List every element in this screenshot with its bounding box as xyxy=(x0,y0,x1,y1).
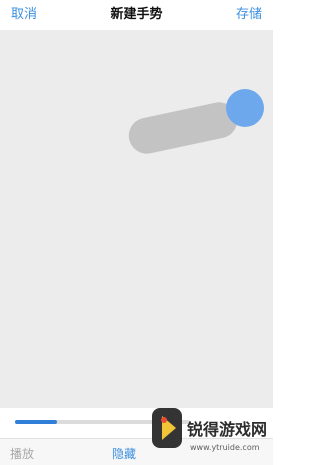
watermark-url-text: www.ytruide.com xyxy=(190,443,260,452)
gesture-canvas[interactable] xyxy=(0,30,273,408)
play-button[interactable]: 播放 xyxy=(10,447,34,461)
watermark-logo: 锐得游戏网 www.ytruide.com xyxy=(152,408,267,452)
watermark-brand-text: 锐得游戏网 xyxy=(187,420,267,439)
navigation-bar: 取消 新建手势 存储 xyxy=(0,0,273,30)
save-button[interactable]: 存储 xyxy=(236,7,262,23)
playback-progress-fill xyxy=(15,420,57,424)
gesture-stroke xyxy=(125,98,241,158)
hide-button[interactable]: 隐藏 xyxy=(112,447,136,461)
page-title: 新建手势 xyxy=(110,7,163,22)
touch-point xyxy=(226,89,264,127)
